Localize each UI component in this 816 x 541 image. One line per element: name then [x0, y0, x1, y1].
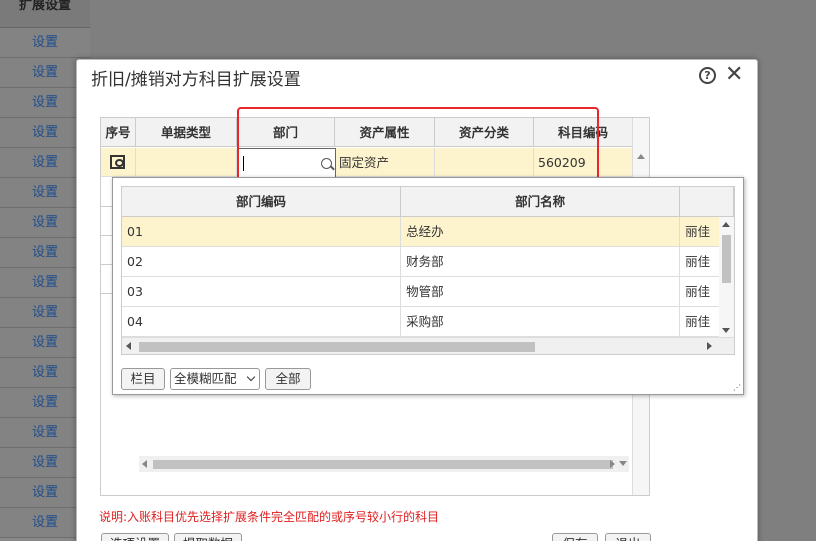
chevron-down-icon [246, 372, 256, 382]
list-item[interactable]: 01 总经办 丽佳 [122, 217, 734, 247]
department-list: 部门编码 部门名称 01 总经办 丽佳 02 财务部 丽佳 03 物管部 丽佳 … [121, 186, 735, 355]
scroll-down-icon[interactable] [619, 461, 627, 466]
dept-code: 04 [122, 307, 402, 336]
col-header-dept-name: 部门名称 [401, 187, 681, 216]
col-header-dept-code: 部门编码 [122, 187, 402, 216]
matching-note: 说明:入账科目优先选择扩展条件完全匹配的或序号较小行的科目 [99, 510, 440, 524]
all-button[interactable]: 全部 [265, 368, 311, 390]
list-horizontal-scrollbar[interactable] [122, 337, 734, 354]
match-mode-select[interactable]: 全模糊匹配 [170, 368, 260, 390]
background-settings-link[interactable]: 设置 [0, 28, 90, 58]
dept-name: 财务部 [401, 247, 681, 276]
list-scroll-thumb[interactable] [722, 235, 731, 283]
col-header-extra [680, 187, 734, 216]
department-list-header: 部门编码 部门名称 [122, 187, 734, 217]
list-hscroll-thumb[interactable] [139, 342, 535, 352]
fetch-data-button[interactable]: 提取数据 [174, 533, 242, 541]
scroll-down-icon[interactable] [722, 328, 730, 333]
scroll-left-icon[interactable] [126, 342, 131, 350]
close-icon[interactable]: ✕ [725, 62, 743, 87]
list-vertical-scrollbar[interactable] [719, 217, 734, 337]
doc-type-cell[interactable] [136, 148, 237, 176]
dialog-title: 折旧/摊销对方科目扩展设置 [91, 70, 301, 90]
scroll-left-icon[interactable] [142, 460, 147, 468]
options-button[interactable]: 选项设置 [101, 533, 169, 541]
row-edit-icon[interactable] [110, 155, 125, 169]
exit-button[interactable]: 退出 [605, 533, 651, 541]
scroll-right-icon[interactable] [610, 460, 615, 468]
dept-code: 01 [122, 217, 402, 246]
scroll-up-icon[interactable] [637, 154, 645, 159]
highlight-box [237, 107, 599, 183]
col-header-index: 序号 [101, 118, 136, 146]
list-item[interactable]: 03 物管部 丽佳 [122, 277, 734, 307]
columns-button[interactable]: 栏目 [121, 368, 165, 390]
dept-name: 总经办 [401, 217, 681, 246]
scroll-right-icon[interactable] [707, 342, 712, 350]
grid-scroll-thumb[interactable] [153, 460, 613, 469]
match-mode-value: 全模糊匹配 [174, 371, 237, 386]
resize-handle-icon[interactable]: ⋰ [733, 383, 741, 392]
help-icon[interactable]: ? [699, 67, 716, 84]
dept-code: 03 [122, 277, 402, 306]
dept-name: 物管部 [401, 277, 681, 306]
save-button[interactable]: 保存 [552, 533, 598, 541]
scroll-up-icon[interactable] [722, 222, 730, 227]
grid-horizontal-scrollbar[interactable] [139, 456, 629, 472]
dept-name: 采购部 [401, 307, 681, 336]
department-dropdown: 部门编码 部门名称 01 总经办 丽佳 02 财务部 丽佳 03 物管部 丽佳 … [112, 177, 744, 395]
row-index-cell[interactable] [101, 148, 136, 176]
dept-code: 02 [122, 247, 402, 276]
list-item[interactable]: 04 采购部 丽佳 [122, 307, 734, 337]
col-header-doc-type: 单据类型 [136, 118, 237, 146]
background-column-header: 扩展设置 [0, 0, 90, 28]
list-item[interactable]: 02 财务部 丽佳 [122, 247, 734, 277]
